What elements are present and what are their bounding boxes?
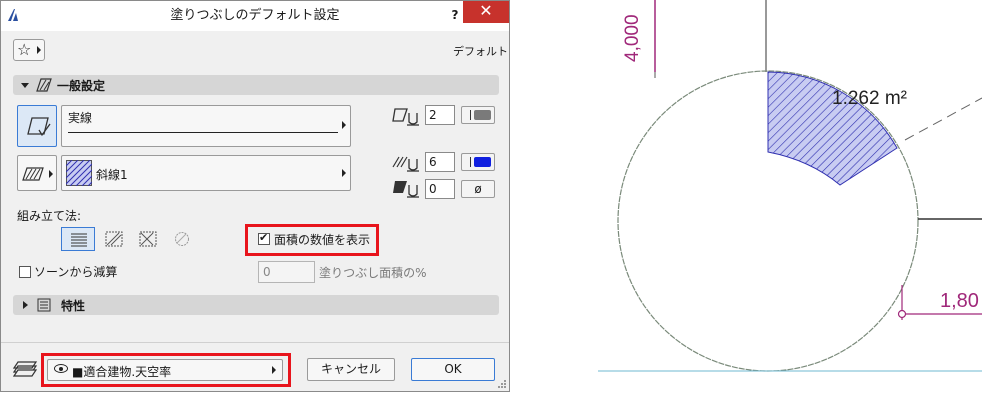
fill-pen-number-field[interactable]: 6: [425, 152, 455, 172]
hatch-brush-icon: [22, 167, 44, 181]
general-settings-label: 一般設定: [57, 79, 106, 93]
line-pen-icon: [392, 108, 419, 126]
fill-pen-color-divider: [470, 157, 471, 167]
line-pen-color-button[interactable]: [461, 106, 495, 124]
diagonal-hatch-swatch: [66, 160, 92, 186]
fill-contour-icon: [27, 117, 51, 137]
close-button[interactable]: ✕: [463, 1, 509, 23]
ok-button[interactable]: OK: [411, 358, 495, 381]
background-pen-icon: [393, 181, 419, 198]
subtract-from-zone-label: ソーンから減算: [34, 265, 118, 279]
construction-method-polygon-button[interactable]: [61, 227, 95, 251]
line-type-selector[interactable]: 実線: [61, 105, 351, 147]
solid-line-preview: [68, 132, 338, 133]
layer-highlight: [41, 353, 291, 387]
resize-grip-icon[interactable]: [497, 379, 507, 389]
star-icon: ☆: [17, 40, 32, 59]
expand-triangle-icon: [23, 301, 28, 309]
title-bar[interactable]: 塗りつぶしのデフォルト設定 ? ✕: [1, 1, 509, 31]
lines-icon: [71, 233, 87, 247]
layer-stack-icon: [13, 361, 38, 377]
collapse-triangle-icon: [21, 83, 29, 88]
fill-area-percent-field[interactable]: 0: [258, 261, 315, 283]
drawing-canvas[interactable]: 1.262 m² 4,000 1,80: [510, 0, 982, 401]
fill-pen-icon: [392, 156, 419, 172]
properties-section[interactable]: 特性: [13, 295, 499, 315]
subtract-from-zone-checkbox[interactable]: [19, 266, 31, 278]
favorites-button[interactable]: ☆: [13, 39, 45, 61]
construction-method-rectangle-icon[interactable]: [105, 231, 123, 247]
floor-plan-drawing: [598, 0, 982, 372]
line-pen-color-swatch: [470, 110, 471, 120]
chevron-right-icon: [49, 170, 53, 178]
fill-pen-color-button[interactable]: [461, 153, 495, 171]
no-color-icon: ø: [474, 182, 482, 196]
footer-divider: [1, 342, 509, 343]
fill-type-label: 斜線1: [96, 168, 128, 182]
general-settings-section[interactable]: 一般設定: [13, 75, 499, 95]
dimension-node: [897, 309, 907, 319]
chevron-right-icon: [37, 46, 41, 54]
dimension-vertical-label: 4,000: [622, 14, 643, 62]
line-type-icon-button[interactable]: [17, 105, 57, 147]
properties-icon: [37, 298, 51, 312]
line-type-label: 実線: [68, 111, 93, 125]
background-pen-number-field[interactable]: 0: [425, 179, 455, 199]
show-area-highlight: [245, 224, 379, 256]
chevron-right-icon: [342, 169, 346, 177]
chevron-right-icon: [342, 121, 346, 129]
dashed-radius-line: [904, 97, 982, 141]
fill-area-percent-label: 塗りつぶし面積の%: [319, 266, 427, 280]
dialog-title: 塗りつぶしのデフォルト設定: [170, 8, 340, 23]
dimension-horizontal-label: 1,80: [940, 290, 979, 312]
line-pen-number-field[interactable]: 2: [425, 105, 455, 125]
area-value-label: 1.262 m²: [832, 88, 907, 109]
fill-default-settings-dialog: 塗りつぶしのデフォルト設定 ? ✕ ☆ デフォルト 一般設定 実線 2 斜線1 …: [0, 0, 510, 392]
fill-category-button[interactable]: [17, 155, 57, 191]
construction-method-label: 組み立て法:: [17, 209, 82, 223]
default-label: デフォルト: [453, 45, 508, 58]
construction-method-circle-icon[interactable]: [173, 231, 191, 247]
cancel-button[interactable]: キャンセル: [307, 358, 395, 381]
fill-settings-icon: [36, 78, 52, 92]
properties-label: 特性: [61, 299, 86, 313]
fill-type-selector[interactable]: 斜線1: [61, 155, 351, 191]
background-pen-color-button[interactable]: ø: [461, 180, 495, 198]
construction-method-rotated-icon[interactable]: [139, 231, 157, 247]
fill-pen-color-fill: [474, 157, 491, 167]
line-pen-color-fill: [474, 110, 491, 120]
